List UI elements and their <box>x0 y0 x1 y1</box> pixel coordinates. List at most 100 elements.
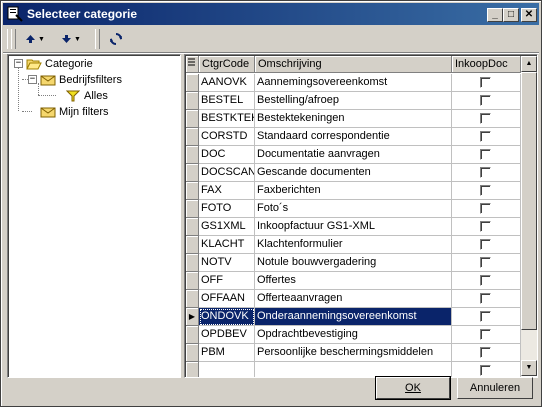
row-indicator[interactable] <box>186 236 199 254</box>
category-tree[interactable]: − Categorie − Bedrijfsfilters Alles Mijn… <box>7 54 181 378</box>
row-indicator[interactable] <box>186 182 199 200</box>
column-header-inkoopdoc[interactable]: InkoopDoc <box>452 56 521 73</box>
table-row[interactable]: DOCSCAN Gescande documenten <box>186 164 521 182</box>
cell-omschrijving[interactable]: Standaard correspondentie <box>255 128 452 146</box>
scroll-up-button[interactable]: ▲ <box>521 56 537 72</box>
category-grid[interactable]: CtgrCode Omschrijving InkoopDoc AANOVK Aa… <box>184 54 538 378</box>
table-row[interactable]: DOC Documentatie aanvragen <box>186 146 521 164</box>
inkoopdoc-checkbox[interactable] <box>480 275 491 286</box>
row-indicator[interactable] <box>186 344 199 362</box>
inkoopdoc-checkbox[interactable] <box>480 77 491 88</box>
close-button[interactable]: ✕ <box>521 8 537 22</box>
cell-omschrijving[interactable]: Bestelling/afroep <box>255 92 452 110</box>
row-indicator[interactable] <box>186 164 199 182</box>
inkoopdoc-checkbox[interactable] <box>480 365 491 376</box>
tree-node-categorie[interactable]: Categorie <box>26 56 93 72</box>
cell-omschrijving[interactable]: Opdrachtbevestiging <box>255 326 452 344</box>
inkoopdoc-checkbox[interactable] <box>480 347 491 358</box>
ok-button[interactable]: OK <box>375 376 451 400</box>
tree-node-alles[interactable]: Alles <box>66 88 108 104</box>
cell-ctgrcode[interactable]: NOTV <box>199 254 255 272</box>
cell-ctgrcode[interactable]: AANOVK <box>199 74 255 92</box>
table-row[interactable]: BESTEL Bestelling/afroep <box>186 92 521 110</box>
title-bar[interactable]: Selecteer categorie _ □ ✕ <box>3 3 539 25</box>
table-row[interactable]: KLACHT Klachtenformulier <box>186 236 521 254</box>
cell-omschrijving[interactable]: Aannemingsovereenkomst <box>255 74 452 92</box>
inkoopdoc-checkbox[interactable] <box>480 113 491 124</box>
row-indicator[interactable] <box>186 200 199 218</box>
cell-ctgrcode[interactable]: BESTKTEK <box>199 110 255 128</box>
table-row[interactable]: BESTKTEK Bestektekeningen <box>186 110 521 128</box>
cancel-button[interactable]: Annuleren <box>457 377 533 399</box>
cell-ctgrcode[interactable]: DOC <box>199 146 255 164</box>
cell-omschrijving[interactable]: Inkoopfactuur GS1-XML <box>255 218 452 236</box>
cell-ctgrcode[interactable]: OPDBEV <box>199 326 255 344</box>
cell-omschrijving[interactable]: Onderaannemingsovereenkomst <box>255 308 452 326</box>
column-header-ctgrcode[interactable]: CtgrCode <box>199 56 255 73</box>
expand-toggle-bedrijfsfilters[interactable]: − <box>28 75 37 84</box>
table-row[interactable]: OFFAAN Offerteaanvragen <box>186 290 521 308</box>
inkoopdoc-checkbox[interactable] <box>480 239 491 250</box>
cell-ctgrcode[interactable]: OFFAAN <box>199 290 255 308</box>
maximize-button[interactable]: □ <box>503 8 519 22</box>
inkoopdoc-checkbox[interactable] <box>480 131 491 142</box>
inkoopdoc-checkbox[interactable] <box>480 185 491 196</box>
row-indicator[interactable] <box>186 326 199 344</box>
row-indicator[interactable] <box>186 362 199 377</box>
scroll-thumb[interactable] <box>521 72 537 330</box>
row-indicator[interactable] <box>186 218 199 236</box>
cell-ctgrcode[interactable]: GS1XML <box>199 218 255 236</box>
cell-ctgrcode[interactable]: CORSTD <box>199 128 255 146</box>
inkoopdoc-checkbox[interactable] <box>480 311 491 322</box>
expand-toggle-root[interactable]: − <box>14 59 23 68</box>
row-indicator[interactable] <box>186 92 199 110</box>
grid-corner-header[interactable] <box>186 56 199 73</box>
minimize-button[interactable]: _ <box>487 8 503 22</box>
inkoopdoc-checkbox[interactable] <box>480 293 491 304</box>
row-indicator[interactable] <box>186 254 199 272</box>
table-row[interactable]: NOTV Notule bouwvergadering <box>186 254 521 272</box>
cell-ctgrcode[interactable]: BESTEL <box>199 92 255 110</box>
cell-omschrijving[interactable]: Klachtenformulier <box>255 236 452 254</box>
move-down-button[interactable]: ▼ <box>57 30 85 48</box>
cell-omschrijving[interactable]: Notule bouwvergadering <box>255 254 452 272</box>
row-indicator[interactable] <box>186 128 199 146</box>
cell-omschrijving[interactable]: Persoonlijke beschermingsmiddelen <box>255 344 452 362</box>
refresh-button[interactable] <box>107 30 125 48</box>
cell-ctgrcode[interactable]: DOCSCAN <box>199 164 255 182</box>
cell-omschrijving[interactable]: Bestektekeningen <box>255 110 452 128</box>
row-indicator[interactable] <box>186 74 199 92</box>
table-row[interactable]: GS1XML Inkoopfactuur GS1-XML <box>186 218 521 236</box>
cell-omschrijving[interactable]: Offertes <box>255 272 452 290</box>
cell-ctgrcode[interactable]: PBM <box>199 344 255 362</box>
table-row[interactable]: ▶ ONDOVK Onderaannemingsovereenkomst <box>186 308 521 326</box>
inkoopdoc-checkbox[interactable] <box>480 203 491 214</box>
cell-omschrijving[interactable]: Gescande documenten <box>255 164 452 182</box>
column-header-omschrijving[interactable]: Omschrijving <box>255 56 452 73</box>
cell-ctgrcode[interactable]: KLACHT <box>199 236 255 254</box>
row-indicator[interactable] <box>186 290 199 308</box>
cell-ctgrcode[interactable]: OFF <box>199 272 255 290</box>
cell-omschrijving[interactable]: Faxberichten <box>255 182 452 200</box>
table-row[interactable] <box>186 362 521 377</box>
cell-ctgrcode[interactable]: ONDOVK <box>199 308 255 326</box>
row-indicator[interactable]: ▶ <box>186 308 199 326</box>
inkoopdoc-checkbox[interactable] <box>480 221 491 232</box>
inkoopdoc-checkbox[interactable] <box>480 149 491 160</box>
cell-omschrijving[interactable] <box>255 362 452 377</box>
table-row[interactable]: FAX Faxberichten <box>186 182 521 200</box>
cell-ctgrcode[interactable] <box>199 362 255 377</box>
cell-omschrijving[interactable]: Foto´s <box>255 200 452 218</box>
table-row[interactable]: PBM Persoonlijke beschermingsmiddelen <box>186 344 521 362</box>
table-row[interactable]: OFF Offertes <box>186 272 521 290</box>
row-indicator[interactable] <box>186 110 199 128</box>
scroll-down-button[interactable]: ▼ <box>521 360 537 376</box>
table-row[interactable]: OPDBEV Opdrachtbevestiging <box>186 326 521 344</box>
tree-node-mijn-filters[interactable]: Mijn filters <box>40 104 109 120</box>
vertical-scrollbar[interactable]: ▲ ▼ <box>521 56 537 376</box>
inkoopdoc-checkbox[interactable] <box>480 257 491 268</box>
tree-node-bedrijfsfilters[interactable]: Bedrijfsfilters <box>40 72 122 88</box>
cell-ctgrcode[interactable]: FOTO <box>199 200 255 218</box>
table-row[interactable]: AANOVK Aannemingsovereenkomst <box>186 74 521 92</box>
row-indicator[interactable] <box>186 146 199 164</box>
